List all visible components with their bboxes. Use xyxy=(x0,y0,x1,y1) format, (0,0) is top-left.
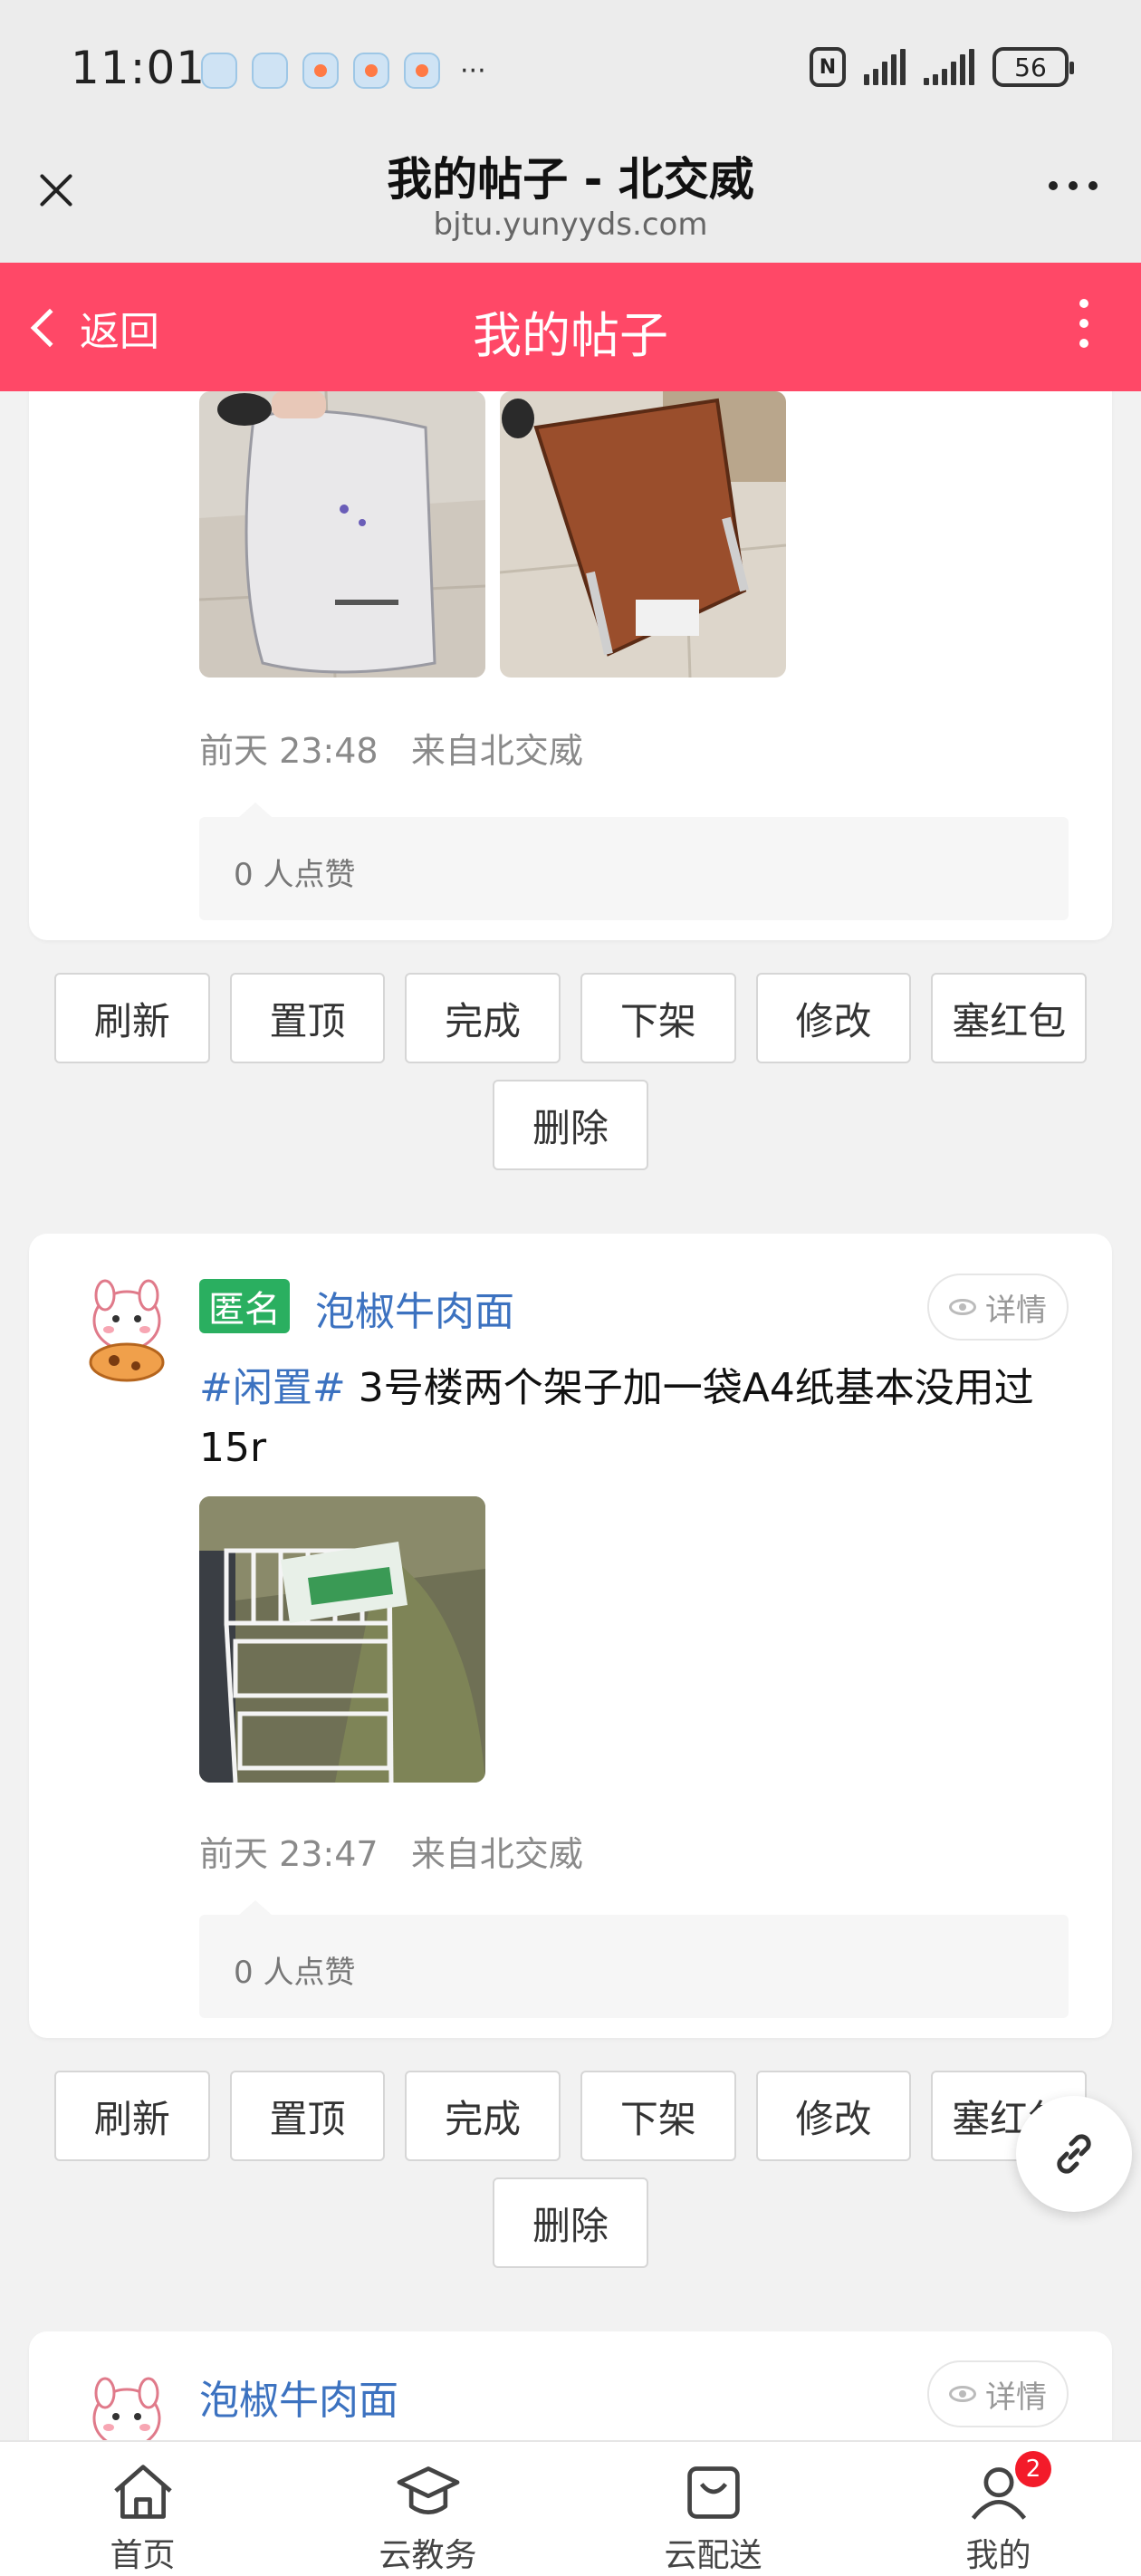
browser-title: 我的帖子 - 北交威 xyxy=(387,153,754,206)
post-card: 匿名 泡椒牛肉面 详情 #闲置# 3号楼两个架子加一袋A4纸基本没用过15r 前… xyxy=(29,1234,1112,2038)
nav-home-label: 首页 xyxy=(110,2537,176,2574)
likes-box: 0 人点赞 xyxy=(199,1900,1069,2018)
post-source: 来自北交威 xyxy=(410,731,583,771)
post-list: 前天 23:48 来自北交威 0 人点赞 刷新 置顶 完成 下架 修改 塞红包 … xyxy=(0,391,1141,2440)
detail-label: 详情 xyxy=(985,1292,1047,1329)
red-packet-button[interactable]: 塞红包 xyxy=(931,973,1088,1063)
detail-button[interactable]: 详情 xyxy=(927,2360,1069,2427)
detail-button[interactable]: 详情 xyxy=(927,1274,1069,1341)
post-card: 泡椒牛肉面 详情 xyxy=(29,2331,1112,2440)
nav-academic-label: 云教务 xyxy=(379,2537,477,2574)
pin-button[interactable]: 置顶 xyxy=(229,973,386,1063)
app-notification-icon xyxy=(252,53,288,89)
kebab-menu-icon[interactable] xyxy=(1079,299,1088,348)
bottom-nav: 首页 云教务 云配送 2 我的 xyxy=(0,2440,1141,2576)
avatar[interactable] xyxy=(82,2377,172,2440)
nfc-icon: N xyxy=(810,47,846,87)
eye-icon xyxy=(949,1299,976,1315)
notification-icons: ··· xyxy=(201,53,486,89)
app-notification-icon xyxy=(302,53,339,89)
browser-bar: 我的帖子 - 北交威 bjtu.yunyyds.com xyxy=(0,136,1141,263)
nav-mine-label: 我的 xyxy=(965,2537,1031,2574)
home-icon xyxy=(113,2465,172,2519)
nav-academic[interactable]: 云教务 xyxy=(285,2442,570,2576)
browser-url: bjtu.yunyyds.com xyxy=(433,207,708,243)
more-options-icon[interactable] xyxy=(1049,181,1098,190)
post-card: 前天 23:48 来自北交威 0 人点赞 xyxy=(29,391,1112,940)
more-notifications-icon: ··· xyxy=(460,54,486,87)
notification-badge: 2 xyxy=(1015,2451,1051,2487)
post-meta: 前天 23:48 来自北交威 xyxy=(199,723,583,773)
nav-delivery-label: 云配送 xyxy=(664,2537,762,2574)
post-source: 来自北交威 xyxy=(410,1834,583,1874)
nav-home[interactable]: 首页 xyxy=(0,2442,285,2576)
done-button[interactable]: 完成 xyxy=(405,2071,561,2161)
refresh-button[interactable]: 刷新 xyxy=(54,973,210,1063)
refresh-button[interactable]: 刷新 xyxy=(54,2071,210,2161)
author-name[interactable]: 泡椒牛肉面 xyxy=(315,1279,514,1337)
post-actions: 刷新 置顶 完成 下架 修改 塞红包 xyxy=(54,973,1088,1063)
graduation-cap-icon xyxy=(397,2466,459,2514)
edit-button[interactable]: 修改 xyxy=(755,973,912,1063)
post-meta: 前天 23:47 来自北交威 xyxy=(199,1826,583,1876)
share-link-button[interactable] xyxy=(1016,2096,1132,2212)
nav-delivery[interactable]: 云配送 xyxy=(570,2442,856,2576)
post-actions: 刷新 置顶 完成 下架 修改 塞红包 xyxy=(54,2071,1088,2161)
post-image[interactable] xyxy=(199,391,485,678)
signal-icon xyxy=(864,49,906,85)
detail-label: 详情 xyxy=(985,2379,1047,2416)
app-notification-icon xyxy=(404,53,440,89)
eye-icon xyxy=(949,2386,976,2402)
status-bar: 11:01 ··· N 56 xyxy=(0,0,1141,136)
app-notification-icon xyxy=(353,53,389,89)
post-image[interactable] xyxy=(199,1496,485,1783)
offshelf-button[interactable]: 下架 xyxy=(580,973,736,1063)
anonymous-badge: 匿名 xyxy=(199,1279,290,1333)
author-name[interactable]: 泡椒牛肉面 xyxy=(199,2368,398,2426)
edit-button[interactable]: 修改 xyxy=(755,2071,912,2161)
post-hashtag[interactable]: #闲置# xyxy=(199,1365,346,1411)
post-time: 前天 23:47 xyxy=(199,1834,379,1874)
battery-icon: 56 xyxy=(992,47,1074,87)
clock: 11:01 xyxy=(71,42,206,94)
app-notification-icon xyxy=(201,53,237,89)
page-title: 我的帖子 xyxy=(473,307,668,364)
signal-icon xyxy=(924,49,974,85)
avatar[interactable] xyxy=(82,1279,172,1384)
likes-box: 0 人点赞 xyxy=(199,803,1069,920)
delete-button[interactable]: 删除 xyxy=(493,1080,648,1170)
nav-mine[interactable]: 2 我的 xyxy=(856,2442,1141,2576)
delete-button[interactable]: 删除 xyxy=(493,2177,648,2268)
post-image[interactable] xyxy=(500,391,786,678)
link-icon xyxy=(1057,2134,1091,2174)
offshelf-button[interactable]: 下架 xyxy=(580,2071,736,2161)
done-button[interactable]: 完成 xyxy=(405,973,561,1063)
post-text: #闲置# 3号楼两个架子加一袋A4纸基本没用过15r xyxy=(199,1359,1069,1478)
post-time: 前天 23:48 xyxy=(199,731,379,771)
pin-button[interactable]: 置顶 xyxy=(229,2071,386,2161)
shopping-bag-icon xyxy=(686,2466,740,2519)
app-header: 返回 我的帖子 xyxy=(0,263,1141,391)
